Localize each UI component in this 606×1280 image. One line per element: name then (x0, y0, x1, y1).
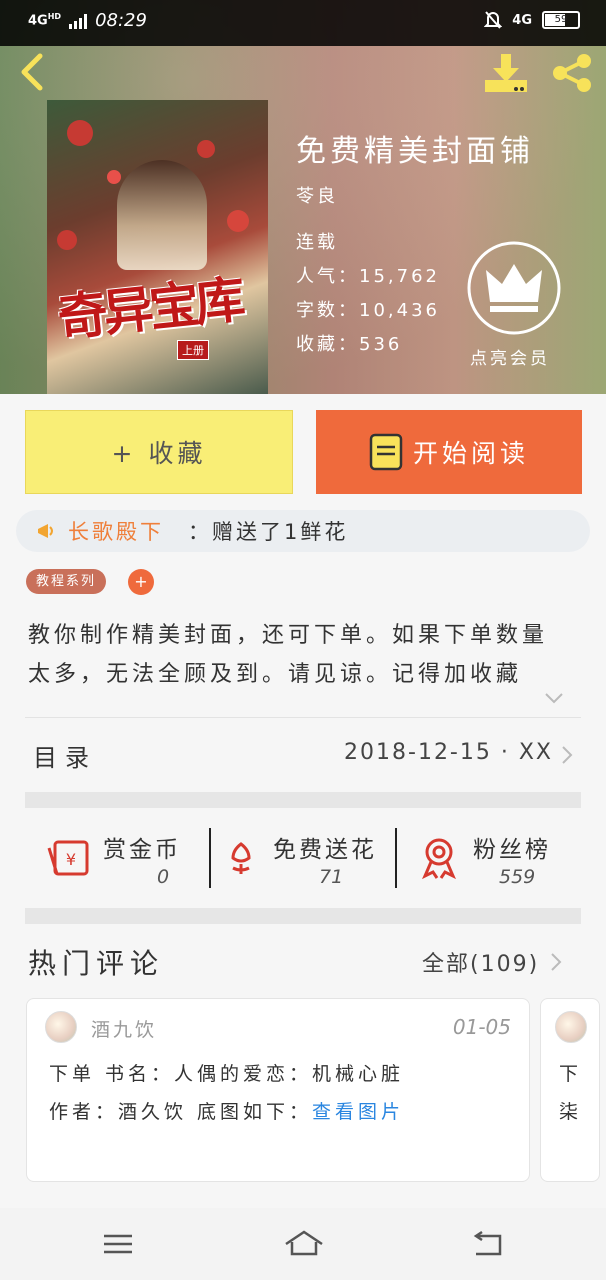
network-indicator-right: 4G (512, 12, 532, 28)
status-time: 08:29 (95, 10, 147, 31)
comment-line-2: 作者：酒久饮 底图如下：查看图片 (49, 1101, 405, 1123)
mute-bell-icon (484, 11, 503, 29)
gift-text: ：赠送了1鲜花 (188, 520, 349, 544)
book-author[interactable]: 苓良 (296, 182, 338, 208)
table-of-contents-row[interactable]: 目录 2018-12-15 · XX (25, 718, 581, 790)
series-tag[interactable]: 教程系列 (26, 569, 107, 594)
network-indicator: 4GHD (28, 12, 62, 29)
comment-card[interactable]: 酒九饮 01-05 下单 书名：人偶的爱恋：机械心脏 作者：酒久饮 底图如下：查… (26, 998, 530, 1182)
section-spacer (25, 908, 581, 924)
add-favorite-button[interactable]: + 收藏 (25, 410, 293, 494)
svg-text:¥: ¥ (66, 850, 76, 869)
status-bar: 4GHD 08:29 4G 59 (0, 0, 606, 46)
book-word-count: 字数：10,436 (296, 300, 440, 321)
comment-line: 下 (559, 1063, 579, 1085)
comment-line: 下单 书名：人偶的爱恋：机械心脏 (49, 1063, 405, 1085)
red-envelope-icon: ¥ (47, 840, 89, 876)
all-comments-link[interactable]: 全部(109) (422, 946, 539, 978)
share-icon[interactable] (548, 52, 596, 94)
medal-icon (422, 838, 456, 880)
description-line: 太多，无法全顾及到。请见谅。记得加收藏 (28, 662, 523, 687)
stat-free-flowers[interactable]: 免费送花 71 (221, 826, 401, 890)
stats-row: ¥ 赏金币 0 免费送花 71 粉丝榜 559 (25, 810, 581, 908)
vip-label[interactable]: 点亮会员 (470, 344, 550, 369)
stat-reward-coins[interactable]: ¥ 赏金币 0 (45, 826, 195, 890)
add-tag-button[interactable]: + (128, 569, 154, 595)
stat-fan-ranking[interactable]: 粉丝榜 559 (419, 826, 579, 890)
comment-card[interactable]: 下 柒 (540, 998, 600, 1182)
back-icon[interactable] (468, 1228, 508, 1260)
section-spacer (25, 792, 581, 808)
comment-username[interactable]: 酒九饮 (91, 1015, 157, 1042)
avatar[interactable] (45, 1011, 77, 1043)
menu-icon[interactable] (98, 1228, 138, 1260)
avatar[interactable] (555, 1011, 587, 1043)
chevron-right-icon[interactable] (550, 952, 562, 972)
view-image-link[interactable]: 查看图片 (312, 1101, 404, 1123)
book-title: 免费精美封面铺 (296, 134, 534, 169)
megaphone-icon (38, 524, 53, 538)
cover-subtitle: 上册 (177, 340, 209, 360)
toc-label: 目录 (33, 744, 97, 772)
crown-icon[interactable] (466, 240, 562, 336)
cover-title: 奇异宝库 (54, 269, 245, 348)
chevron-left-icon[interactable] (14, 52, 50, 92)
comment-line: 柒 (559, 1101, 579, 1123)
gift-notice[interactable]: 长歌殿下 ：赠送了1鲜花 (16, 510, 590, 552)
hot-comments-title: 热门评论 (28, 947, 165, 980)
book-favorites: 收藏：536 (296, 334, 403, 355)
chevron-down-icon[interactable] (544, 690, 564, 706)
battery-icon: 59 (542, 11, 580, 29)
gift-username[interactable]: 长歌殿下 (68, 516, 164, 546)
signal-icon (69, 13, 88, 29)
home-icon[interactable] (282, 1228, 326, 1260)
flower-icon (231, 842, 251, 874)
book-cover[interactable]: 奇异宝库 上册 (47, 100, 268, 394)
stat-divider (395, 828, 397, 888)
start-reading-label: 开始阅读 (412, 439, 529, 468)
book-status: 连载 (296, 232, 338, 253)
book-description[interactable]: 教你制作精美封面，还可下单。如果下单数量 太多，无法全顾及到。请见谅。记得加收藏 (28, 616, 584, 694)
book-icon (369, 433, 403, 471)
comment-date: 01-05 (452, 1015, 511, 1039)
chevron-right-icon (562, 746, 573, 764)
book-popularity: 人气：15,762 (296, 266, 440, 287)
start-reading-button[interactable]: 开始阅读 (316, 410, 582, 494)
system-nav-bar (0, 1208, 606, 1280)
toc-latest-update: 2018-12-15 · XX (344, 740, 553, 765)
download-icon[interactable] (482, 50, 530, 96)
book-header: 4GHD 08:29 4G 59 奇异宝库 上册 免费精美封面铺 苓良 连载 人… (0, 0, 606, 394)
stat-divider (209, 828, 211, 888)
description-line: 教你制作精美封面，还可下单。如果下单数量 (28, 623, 549, 648)
